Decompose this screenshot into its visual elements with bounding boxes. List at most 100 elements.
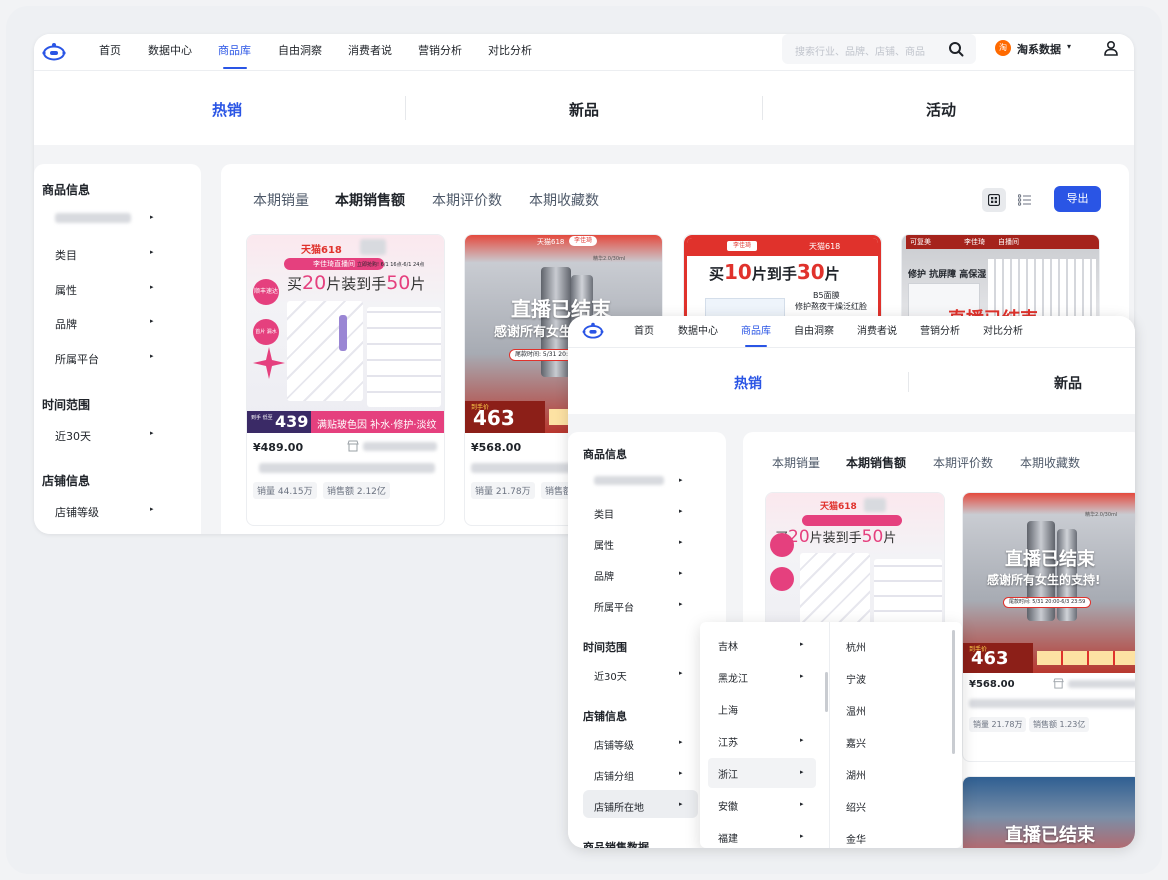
filter-platform[interactable]: 所属平台	[594, 599, 634, 614]
tab-hot[interactable]: 热销	[734, 373, 762, 393]
search-icon[interactable]	[948, 41, 964, 57]
product-card[interactable]: 直播已结束	[962, 776, 1135, 848]
user-icon[interactable]	[1103, 40, 1119, 56]
nav-item-compare[interactable]: 对比分析	[488, 42, 532, 58]
top-tabs: 热销 新品	[568, 348, 1135, 414]
list-view-button[interactable]	[1013, 188, 1037, 212]
metric-tab-revenue[interactable]: 本期销售额	[335, 190, 405, 210]
city-item[interactable]: 湖州	[846, 767, 866, 782]
nav-item-insight[interactable]: 自由洞察	[278, 42, 322, 58]
product-image: 天猫618 李佳琦直播间 立即抢购! 6/1 16点-6/1 24点 买20片装…	[247, 235, 444, 433]
tab-activity[interactable]: 活动	[926, 99, 956, 120]
province-item-selected[interactable]: 浙江	[718, 766, 738, 781]
province-scrollbar[interactable]	[825, 672, 828, 712]
nav-item-compare[interactable]: 对比分析	[983, 322, 1023, 337]
section-shop-info: 店铺信息	[583, 710, 627, 723]
nav-item-home[interactable]: 首页	[99, 42, 121, 58]
city-item[interactable]: 金华	[846, 831, 866, 846]
filter-category[interactable]: 类目	[594, 506, 614, 521]
logo-icon[interactable]	[582, 321, 604, 339]
platform-selector[interactable]: 淘系数据	[1017, 41, 1061, 57]
search-input[interactable]: 搜索行业、品牌、店铺、商品	[795, 43, 925, 58]
logo-icon[interactable]	[42, 41, 66, 61]
nav-item-data-center[interactable]: 数据中心	[678, 322, 718, 337]
promo-badge	[770, 533, 794, 557]
filter-attribute[interactable]: 属性	[55, 282, 77, 298]
chevron-right-icon: ▸	[150, 317, 154, 325]
province-item[interactable]: 黑龙江	[718, 670, 748, 685]
metric-tab-sales[interactable]: 本期销量	[772, 454, 820, 471]
chevron-right-icon: ▸	[150, 429, 154, 437]
sales-chip: 销量 21.78万	[969, 717, 1027, 732]
section-shop-info: 店铺信息	[42, 474, 91, 488]
live-ended-headline: 直播已结束	[1005, 549, 1095, 570]
city-item[interactable]: 宁波	[846, 671, 866, 686]
nav-item-consumer[interactable]: 消费者说	[857, 322, 897, 337]
metric-tab-favorites[interactable]: 本期收藏数	[529, 190, 599, 210]
tmall-618-label: 天猫618	[301, 245, 342, 256]
city-item[interactable]: 杭州	[846, 639, 866, 654]
filter-shop-level[interactable]: 店铺等级	[594, 737, 634, 752]
nav-item-marketing[interactable]: 营销分析	[920, 322, 960, 337]
chevron-down-icon[interactable]: ▾	[1067, 42, 1071, 51]
live-room-tag: 自播间	[998, 238, 1019, 246]
filter-shop-location[interactable]: 店铺所在地	[594, 799, 644, 814]
product-card[interactable]: 天猫618 李佳琦直播间 立即抢购! 6/1 16点-6/1 24点 买20片装…	[246, 234, 445, 526]
province-item[interactable]: 福建	[718, 830, 738, 845]
filter-time[interactable]: 近30天	[594, 668, 627, 683]
blurred-filter[interactable]	[594, 476, 664, 485]
section-product-info: 商品信息	[583, 448, 627, 461]
city-item[interactable]: 绍兴	[846, 799, 866, 814]
city-item[interactable]: 嘉兴	[846, 735, 866, 750]
nav-item-home[interactable]: 首页	[634, 322, 654, 337]
metric-tab-revenue[interactable]: 本期销售额	[846, 454, 906, 471]
overlay-window: 首页 数据中心 商品库 自由洞察 消费者说 营销分析 对比分析 热销 新品 商品…	[568, 316, 1135, 848]
nav-item-consumer[interactable]: 消费者说	[348, 42, 392, 58]
blurred-logo	[360, 239, 386, 255]
revenue-chip: 销售额 1.23亿	[1029, 717, 1090, 732]
nav-active-indicator	[223, 67, 247, 69]
filter-time[interactable]: 近30天	[55, 428, 91, 444]
live-room-tag: 李佳琦	[727, 241, 757, 251]
tab-new[interactable]: 新品	[569, 99, 599, 120]
blurred-filter[interactable]	[55, 213, 131, 223]
nav-item-marketing[interactable]: 营销分析	[418, 42, 462, 58]
export-button[interactable]: 导出	[1054, 186, 1101, 212]
filter-platform[interactable]: 所属平台	[55, 351, 99, 367]
filter-shop-level[interactable]: 店铺等级	[55, 504, 99, 520]
tab-new[interactable]: 新品	[1054, 373, 1082, 393]
filter-category[interactable]: 类目	[55, 247, 77, 263]
promo-badge: 首片 漏水好物	[253, 319, 279, 345]
city-item[interactable]: 温州	[846, 703, 866, 718]
product-card[interactable]: 精华2.0/30ml 直播已结束 感谢所有女生的支持! 尾款时间: 5/31 2…	[962, 492, 1135, 762]
province-item[interactable]: 安徽	[718, 798, 738, 813]
province-item[interactable]: 上海	[718, 702, 738, 717]
chevron-right-icon: ▸	[679, 800, 683, 808]
city-scrollbar[interactable]	[952, 630, 955, 754]
metric-tab-reviews[interactable]: 本期评价数	[933, 454, 993, 471]
section-time-range: 时间范围	[42, 398, 91, 412]
province-item[interactable]: 江苏	[718, 734, 738, 749]
nav-active-indicator	[745, 345, 767, 347]
filter-shop-group[interactable]: 店铺分组	[594, 768, 634, 783]
filter-brand[interactable]: 品牌	[594, 568, 614, 583]
shop-icon	[347, 440, 359, 452]
shop-icon	[1053, 678, 1064, 689]
deal-price: 463	[971, 648, 1009, 669]
nav-item-insight[interactable]: 自由洞察	[794, 322, 834, 337]
grid-view-button[interactable]	[982, 188, 1006, 212]
nav-item-product-library[interactable]: 商品库	[218, 42, 251, 58]
product-price: ¥568.00	[471, 441, 522, 454]
nav-item-product-library[interactable]: 商品库	[741, 322, 771, 337]
search-box[interactable]: 搜索行业、品牌、店铺、商品	[782, 34, 976, 64]
chevron-right-icon: ▸	[150, 283, 154, 291]
filter-attribute[interactable]: 属性	[594, 537, 614, 552]
brand-label: 可复美	[910, 238, 931, 246]
filter-brand[interactable]: 品牌	[55, 316, 77, 332]
nav-item-data-center[interactable]: 数据中心	[148, 42, 192, 58]
metric-tab-sales[interactable]: 本期销量	[253, 190, 309, 210]
metric-tab-reviews[interactable]: 本期评价数	[432, 190, 502, 210]
metric-tab-favorites[interactable]: 本期收藏数	[1020, 454, 1080, 471]
tab-hot[interactable]: 热销	[212, 99, 242, 120]
province-item[interactable]: 吉林	[718, 638, 738, 653]
